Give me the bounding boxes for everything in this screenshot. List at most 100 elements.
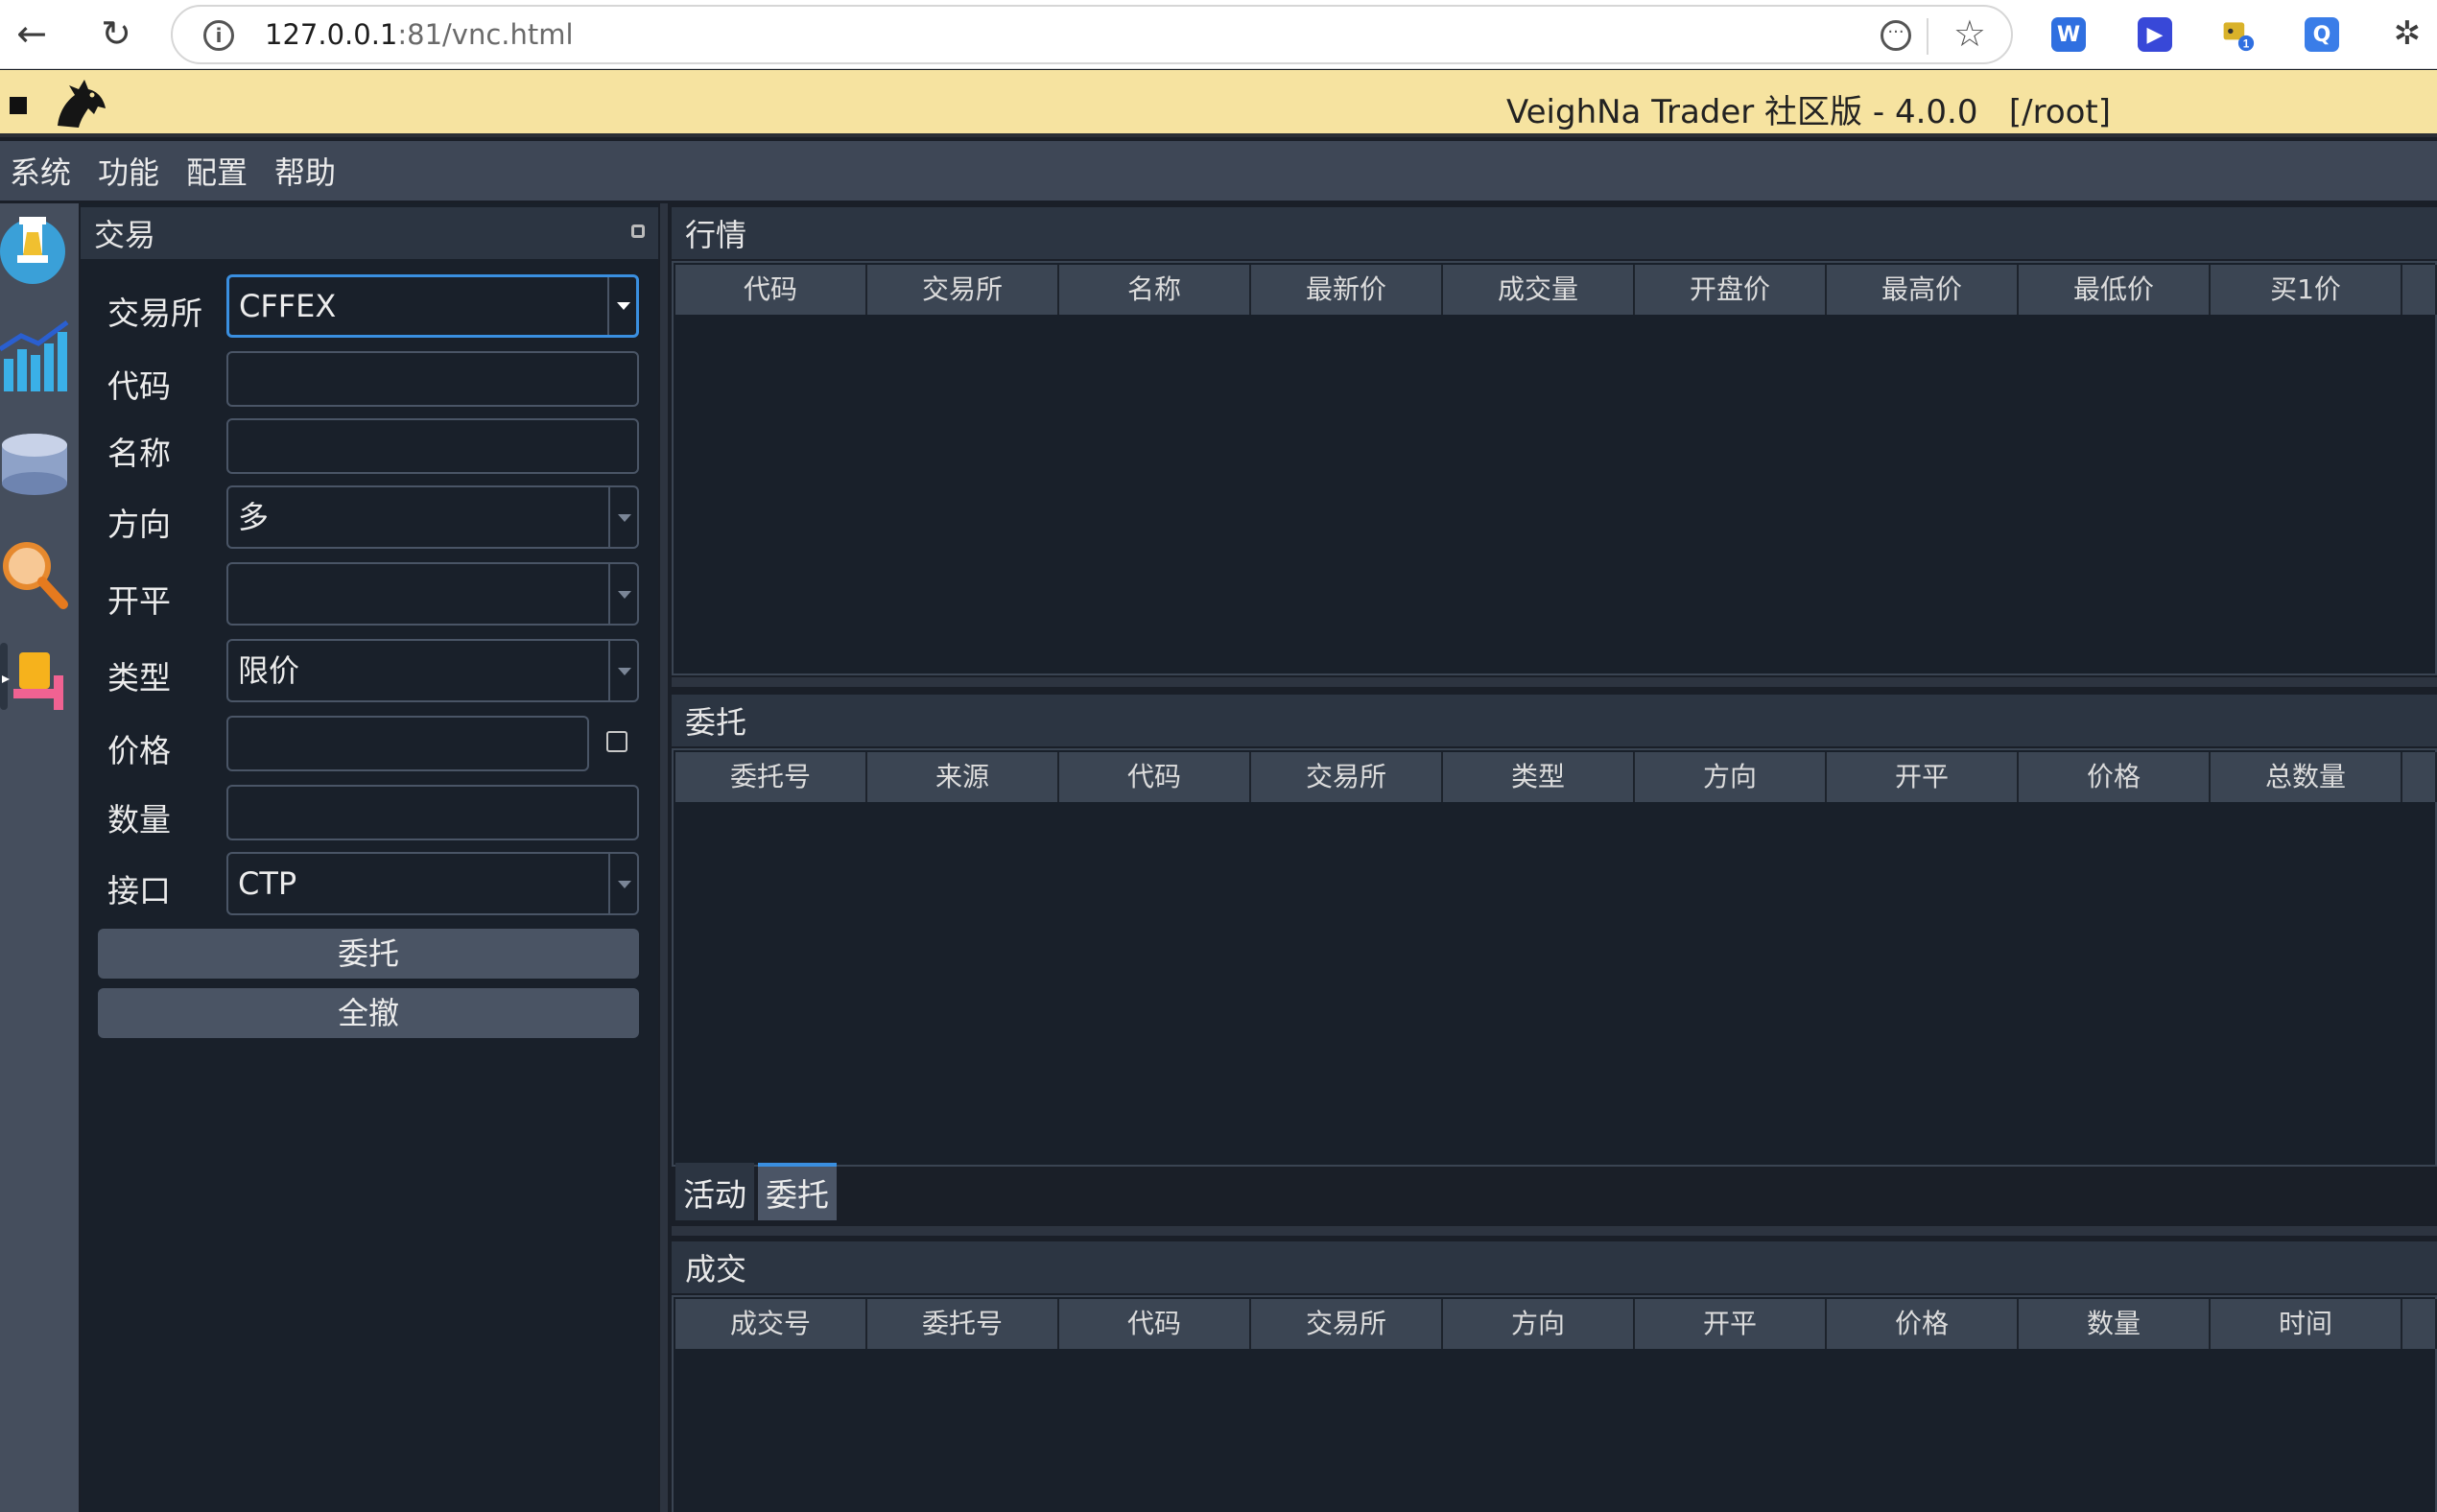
horizontal-splitter[interactable] <box>672 1226 2437 1236</box>
chevron-down-icon <box>618 668 631 675</box>
direction-value: 多 <box>238 499 270 535</box>
url-divider <box>1927 18 1928 55</box>
badge-extension-icon[interactable]: 1 <box>2220 17 2255 52</box>
offset-combo[interactable] <box>226 562 639 626</box>
trade-panel-title-text: 交易 <box>94 217 156 253</box>
column-header[interactable]: 交易所 <box>1251 1299 1443 1349</box>
menu-bar: 系统 功能 配置 帮助 <box>0 141 2437 201</box>
volume-label: 数量 <box>107 801 171 839</box>
order-type-value: 限价 <box>238 652 300 689</box>
order-table[interactable]: 委托号 来源 代码 交易所 类型 方向 开平 价格 总数量 <box>672 748 2437 1167</box>
send-order-button[interactable]: 委托 <box>98 929 639 979</box>
fill-table[interactable]: 成交号 委托号 代码 交易所 方向 开平 价格 数量 时间 <box>672 1295 2437 1512</box>
window-menu-icon[interactable] <box>10 97 27 114</box>
play-extension-icon[interactable]: ▶ <box>2138 17 2172 52</box>
gateway-value: CTP <box>238 865 297 902</box>
column-header[interactable]: 开平 <box>1827 752 2019 802</box>
column-header[interactable]: 最新价 <box>1251 265 1443 315</box>
gateway-label: 接口 <box>107 872 171 910</box>
name-label: 名称 <box>107 435 171 472</box>
column-header[interactable]: 数量 <box>2019 1299 2211 1349</box>
chevron-down-icon <box>618 881 631 888</box>
tab-all-orders[interactable]: 委托 <box>758 1163 837 1220</box>
exchange-combo[interactable]: CFFEX <box>226 274 639 338</box>
column-header[interactable]: 成交号 <box>675 1299 867 1349</box>
magnifier-icon[interactable] <box>0 530 69 616</box>
column-header[interactable]: 价格 <box>2019 752 2211 802</box>
column-header-overflow <box>2402 1299 2437 1349</box>
order-type-combo[interactable]: 限价 <box>226 639 639 702</box>
column-header[interactable]: 时间 <box>2211 1299 2402 1349</box>
column-header[interactable]: 成交量 <box>1443 265 1635 315</box>
column-header[interactable]: 开平 <box>1635 1299 1827 1349</box>
bookmark-star-icon[interactable]: ☆ <box>1953 12 1986 55</box>
column-header[interactable]: 总数量 <box>2211 752 2402 802</box>
exchange-label: 交易所 <box>107 295 202 332</box>
puzzle-extensions-icon[interactable]: ✲ <box>2383 10 2431 58</box>
address-bar[interactable]: i 127.0.0.1:81/vnc.html ··· ☆ <box>171 5 2013 64</box>
column-header[interactable]: 方向 <box>1635 752 1827 802</box>
word-extension-icon[interactable]: W <box>2051 17 2086 52</box>
direction-combo[interactable]: 多 <box>226 485 639 549</box>
profile-extension-icon[interactable]: Q <box>2305 17 2339 52</box>
back-arrow-icon[interactable]: ← <box>8 10 56 58</box>
menu-system[interactable]: 系统 <box>10 149 71 193</box>
fill-panel-title: 成交 <box>672 1241 2437 1293</box>
column-header[interactable]: 买1价 <box>2211 265 2402 315</box>
column-header[interactable]: 委托号 <box>867 1299 1059 1349</box>
direction-label: 方向 <box>107 506 171 543</box>
horizontal-splitter[interactable] <box>672 677 2437 687</box>
column-header[interactable]: 来源 <box>867 752 1059 802</box>
column-header[interactable]: 最低价 <box>2019 265 2211 315</box>
menu-functions[interactable]: 功能 <box>98 149 159 193</box>
price-input[interactable] <box>226 716 589 771</box>
vertical-splitter[interactable] <box>660 203 668 1512</box>
menu-config[interactable]: 配置 <box>186 149 248 193</box>
offset-label: 开平 <box>107 582 171 620</box>
column-header[interactable]: 方向 <box>1443 1299 1635 1349</box>
browser-toolbar: ← ↻ i 127.0.0.1:81/vnc.html ··· ☆ W ▶ 1 … <box>0 0 2437 69</box>
volume-input[interactable] <box>226 785 639 840</box>
chevron-down-icon <box>618 514 631 522</box>
column-header[interactable]: 交易所 <box>867 265 1059 315</box>
reload-icon[interactable]: ↻ <box>92 10 140 58</box>
bar-chart-icon[interactable] <box>0 311 69 397</box>
column-header[interactable]: 代码 <box>675 265 867 315</box>
gateway-combo[interactable]: CTP <box>226 852 639 915</box>
cancel-all-button[interactable]: 全撤 <box>98 988 639 1038</box>
chevron-down-icon <box>617 302 630 310</box>
order-panel-title-text: 委托 <box>685 704 747 741</box>
price-checkbox[interactable] <box>606 731 627 752</box>
column-header-overflow <box>2402 265 2437 315</box>
order-tabs: 活动 委托 <box>675 1163 840 1222</box>
fill-table-header: 成交号 委托号 代码 交易所 方向 开平 价格 数量 时间 <box>675 1299 2437 1349</box>
page-actions-icon[interactable]: ··· <box>1881 20 1911 51</box>
horse-logo-icon <box>58 80 106 128</box>
symbol-input[interactable] <box>226 351 639 407</box>
dock-float-icon[interactable] <box>631 224 645 238</box>
url-text: 127.0.0.1:81/vnc.html <box>265 18 574 51</box>
site-info-icon[interactable]: i <box>203 20 234 51</box>
tab-active-orders[interactable]: 活动 <box>675 1163 754 1220</box>
chess-rook-icon[interactable] <box>0 203 69 290</box>
url-path: :81/vnc.html <box>397 18 574 51</box>
column-header[interactable]: 代码 <box>1059 1299 1251 1349</box>
column-header[interactable]: 价格 <box>1827 1299 2019 1349</box>
url-host: 127.0.0.1 <box>265 18 398 51</box>
column-header[interactable]: 委托号 <box>675 752 867 802</box>
pos-terminal-icon[interactable] <box>0 633 69 720</box>
column-header[interactable]: 类型 <box>1443 752 1635 802</box>
column-header[interactable]: 最高价 <box>1827 265 2019 315</box>
order-panel-title: 委托 <box>672 695 2437 746</box>
menu-help[interactable]: 帮助 <box>274 149 336 193</box>
column-header[interactable]: 交易所 <box>1251 752 1443 802</box>
app-toolbar <box>0 203 79 1512</box>
tick-table[interactable]: 代码 交易所 名称 最新价 成交量 开盘价 最高价 最低价 买1价 <box>672 261 2437 675</box>
database-icon[interactable] <box>0 426 69 512</box>
column-header[interactable]: 开盘价 <box>1635 265 1827 315</box>
column-header[interactable]: 名称 <box>1059 265 1251 315</box>
chevron-down-icon <box>618 591 631 599</box>
column-header[interactable]: 代码 <box>1059 752 1251 802</box>
app-title: VeighNa Trader 社区版 - 4.0.0 [/root] <box>1506 93 2112 131</box>
name-input[interactable] <box>226 418 639 474</box>
